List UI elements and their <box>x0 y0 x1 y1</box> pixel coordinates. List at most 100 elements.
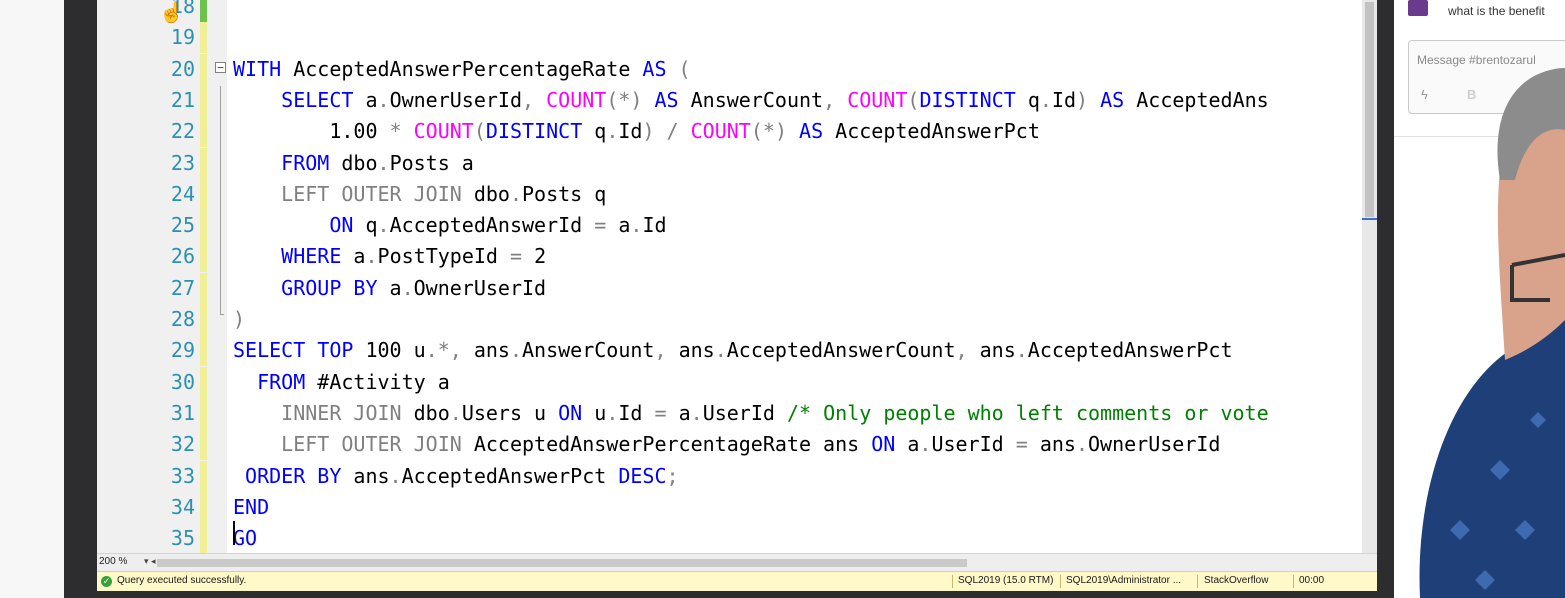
code-token: u <box>582 400 607 425</box>
code-line[interactable]: 23 FROM dbo.Posts a <box>97 147 1377 179</box>
code-line[interactable]: 34 END <box>97 491 1377 523</box>
code-token: WITH <box>233 56 282 81</box>
code-token: FROM <box>281 150 330 175</box>
code-token: ( <box>473 119 486 144</box>
code-token: ) / <box>642 119 691 144</box>
status-user: SQL2019\Administrator ... <box>1066 575 1182 586</box>
code-line[interactable]: 35 GO <box>97 523 1377 553</box>
code-text: ORDER BY ans.AcceptedAnswerPct DESC; <box>233 461 679 492</box>
code-token: . <box>919 432 932 457</box>
code-line[interactable]: 28) <box>97 304 1377 335</box>
code-token: COUNT <box>413 119 474 144</box>
zoom-level[interactable]: 200 % <box>99 556 127 567</box>
status-divider <box>952 575 953 588</box>
code-line[interactable]: 18 <box>97 0 1377 22</box>
code-token: WHERE <box>281 244 342 269</box>
code-token: AcceptedAnswerPercentageRate ans <box>461 432 872 457</box>
change-marker <box>200 241 207 273</box>
line-number: 26 <box>170 244 195 269</box>
code-token: GO <box>233 526 258 551</box>
code-token: #Activity a <box>305 369 450 394</box>
code-token: q <box>1015 87 1040 112</box>
line-number: 31 <box>170 400 195 425</box>
query-editor[interactable]: 18 19 20 − WITH AcceptedAnswerPercentageRate… <box>97 0 1377 553</box>
line-number: 33 <box>170 463 195 488</box>
code-text: WITH AcceptedAnswerPercentageRate AS ( <box>233 54 691 85</box>
change-marker <box>200 84 207 116</box>
code-token: . <box>1075 432 1088 457</box>
change-marker <box>200 304 207 335</box>
line-number: 32 <box>170 432 195 457</box>
code-token: FROM <box>257 369 306 394</box>
code-token: a <box>353 87 378 112</box>
code-token: Id <box>618 400 655 425</box>
code-token: 100 u <box>353 338 426 363</box>
code-token: AS <box>642 56 667 81</box>
code-line[interactable]: 25 ON q.AcceptedAnswerId = a.Id <box>97 210 1377 242</box>
status-server: SQL2019 (15.0 RTM) <box>958 575 1054 586</box>
code-text: LEFT OUTER JOIN AcceptedAnswerPercentage… <box>233 429 1220 460</box>
code-token: , <box>522 87 547 112</box>
code-token: ans <box>1027 432 1076 457</box>
code-token: dbo <box>329 150 378 175</box>
change-marker <box>200 116 207 148</box>
code-token: SELECT <box>233 338 306 363</box>
code-token: . <box>377 87 390 112</box>
code-token: . <box>377 213 390 238</box>
hand-cursor-icon: ☝ <box>159 2 184 24</box>
code-line[interactable]: 31 INNER JOIN dbo.Users u ON u.Id = a.Us… <box>97 397 1377 429</box>
code-line[interactable]: 26 WHERE a.PostTypeId = 2 <box>97 241 1377 273</box>
change-marker <box>200 22 207 54</box>
code-token: AS <box>799 119 824 144</box>
code-token: . <box>714 338 727 363</box>
code-line[interactable]: 30 FROM #Activity a <box>97 366 1377 398</box>
code-token: COUNT <box>546 87 607 112</box>
code-line[interactable]: 22 1.00 * COUNT(DISTINCT q.Id) / COUNT(*… <box>97 116 1377 148</box>
code-token: . <box>1039 87 1052 112</box>
code-token: ORDER BY <box>245 463 342 488</box>
code-token: a <box>895 432 920 457</box>
code-line[interactable]: 24 LEFT OUTER JOIN dbo.Posts q <box>97 178 1377 210</box>
code-token: AcceptedAnswerId <box>389 213 595 238</box>
code-token: AS <box>1100 87 1125 112</box>
horizontal-scrollbar[interactable] <box>157 559 967 567</box>
code-token: q <box>353 213 378 238</box>
code-token: Users u <box>461 400 559 425</box>
presenter-webcam-overlay <box>1419 68 1565 598</box>
code-token: 2 <box>522 244 547 269</box>
code-token: . <box>690 400 703 425</box>
line-number: 29 <box>170 338 195 363</box>
code-line[interactable]: 33 ORDER BY ans.AcceptedAnswerPct DESC; <box>97 460 1377 492</box>
code-token: 1.00 <box>233 119 390 144</box>
line-number: 24 <box>170 181 195 206</box>
code-line[interactable]: 21 SELECT a.OwnerUserId, COUNT(*) AS Ans… <box>97 84 1377 116</box>
code-token: ) <box>233 307 246 331</box>
change-marker <box>200 272 207 304</box>
code-token: a <box>666 400 691 425</box>
code-line[interactable]: 27 GROUP BY a.OwnerUserId <box>97 272 1377 304</box>
code-line[interactable]: 20 − WITH AcceptedAnswerPercentageRate AS … <box>97 53 1377 85</box>
collapse-icon[interactable]: − <box>215 61 226 73</box>
code-line[interactable]: 32 LEFT OUTER JOIN AcceptedAnswerPercent… <box>97 429 1377 461</box>
code-token: GROUP BY <box>281 275 378 300</box>
code-token: ans <box>979 338 1016 363</box>
status-database: StackOverflow <box>1204 575 1269 586</box>
code-line[interactable]: 19 <box>97 22 1377 54</box>
code-token: UserId <box>931 432 1016 457</box>
code-text: LEFT OUTER JOIN dbo.Posts q <box>233 179 606 210</box>
code-token: OwnerUserId <box>413 275 547 300</box>
code-token: ; <box>666 463 679 488</box>
zoom-dropdown-icon[interactable]: ▾ ◂ <box>144 556 156 567</box>
code-token: a <box>606 213 631 238</box>
code-line[interactable]: 29 SELECT TOP 100 u.*, ans.AnswerCount, a… <box>97 335 1377 367</box>
code-text: INNER JOIN dbo.Users u ON u.Id = a.UserI… <box>233 398 1268 429</box>
status-divider <box>1060 575 1061 588</box>
status-bar: ✓ Query executed successfully. SQL2019 (… <box>97 571 1377 591</box>
code-token: UserId <box>702 400 787 425</box>
